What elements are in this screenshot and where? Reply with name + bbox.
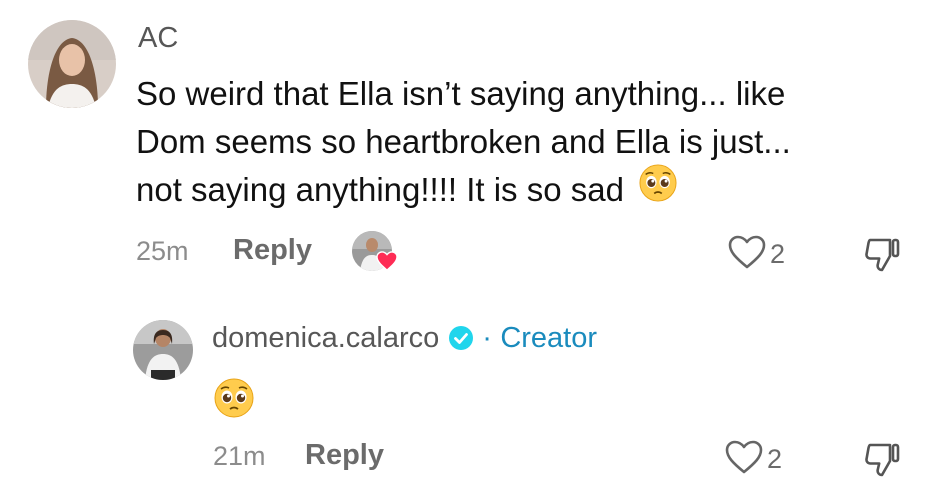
heart-filled-icon <box>376 251 398 271</box>
verified-badge-icon <box>448 325 474 356</box>
reply-reply-button[interactable]: Reply <box>305 439 384 472</box>
comment-reply-button[interactable]: Reply <box>233 234 312 267</box>
heart-outline-icon[interactable] <box>724 439 764 475</box>
creator-username[interactable]: domenica.calarco <box>212 322 439 354</box>
reply-header: domenica.calarco · Creator <box>212 322 597 356</box>
thumbs-down-icon[interactable] <box>862 439 902 479</box>
comment-text-line: Dom seems so heartbroken and Ella is jus… <box>136 123 791 160</box>
comment-text-line: So weird that Ella isn’t saying anything… <box>136 75 786 112</box>
pleading-face-icon <box>214 378 254 423</box>
comment-like-count: 2 <box>770 239 786 269</box>
thumbs-down-icon[interactable] <box>862 234 902 274</box>
reply-like-count: 2 <box>767 444 783 474</box>
heart-outline-icon[interactable] <box>727 234 767 270</box>
creator-label: Creator <box>500 322 598 354</box>
pleading-face-icon <box>639 164 677 215</box>
comment-timestamp: 25m <box>136 236 189 266</box>
creator-avatar[interactable] <box>133 320 193 380</box>
reply-timestamp: 21m <box>213 441 266 471</box>
comment-text-line: not saying anything!!!! It is so sad <box>136 171 624 208</box>
comment-text: So weird that Ella isn’t saying anything… <box>136 70 926 215</box>
separator-dot: · <box>482 322 492 354</box>
creator-liked-badge <box>352 231 402 275</box>
commenter-username[interactable]: AC <box>138 22 178 55</box>
commenter-avatar[interactable] <box>28 20 116 108</box>
